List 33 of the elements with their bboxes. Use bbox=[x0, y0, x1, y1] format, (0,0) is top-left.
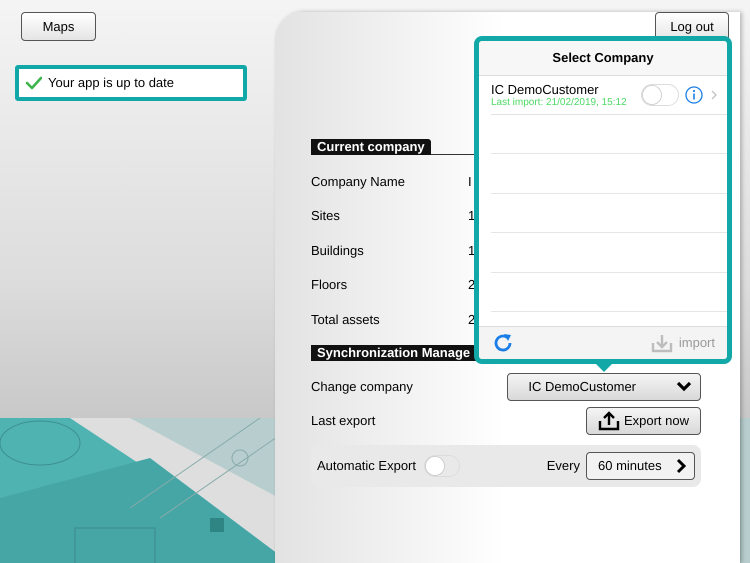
chevron-right-icon bbox=[676, 458, 686, 474]
section-header: Synchronization Manage bbox=[311, 344, 476, 361]
company-dropdown[interactable]: IC DemoCustomer bbox=[507, 372, 701, 401]
popover-title: Select Company bbox=[552, 49, 654, 68]
chevron-down-icon bbox=[676, 381, 692, 392]
info-icon[interactable] bbox=[685, 86, 703, 104]
maps-button[interactable]: Maps bbox=[21, 12, 96, 41]
field-label: Change company bbox=[311, 378, 413, 396]
toggle-switch[interactable] bbox=[424, 454, 460, 477]
interval-button[interactable]: 60 minutes bbox=[586, 452, 695, 480]
checkmark-icon bbox=[26, 76, 42, 90]
toggle-switch[interactable] bbox=[641, 84, 679, 106]
field-label: Every bbox=[546, 457, 580, 476]
refresh-icon[interactable] bbox=[492, 332, 514, 354]
upload-icon bbox=[598, 410, 620, 431]
field-label: Floors bbox=[311, 276, 348, 294]
download-icon bbox=[650, 333, 673, 353]
chevron-right-icon bbox=[711, 90, 717, 100]
field-value: 1 bbox=[468, 207, 476, 226]
field-label: Last export bbox=[311, 412, 376, 430]
company-name: IC DemoCustomer bbox=[491, 82, 600, 96]
field-value: 1 bbox=[468, 242, 476, 260]
company-row[interactable]: IC DemoCustomer Last import: 21/02/2019, 15:12 bbox=[491, 76, 727, 115]
field-label: Buildings bbox=[311, 242, 365, 260]
field-value: I bbox=[468, 172, 472, 191]
last-import-text: Last import: 21/02/2019, 15:12 bbox=[491, 96, 628, 108]
field-label: Automatic Export bbox=[317, 457, 416, 476]
field-label: Company Name bbox=[311, 172, 406, 191]
field-label: Sites bbox=[311, 207, 341, 226]
export-now-button[interactable]: Export now bbox=[586, 406, 701, 435]
section-header: Current company bbox=[311, 139, 431, 155]
field-label: Total assets bbox=[311, 310, 381, 329]
status-message: Your app is up to date bbox=[48, 74, 174, 92]
